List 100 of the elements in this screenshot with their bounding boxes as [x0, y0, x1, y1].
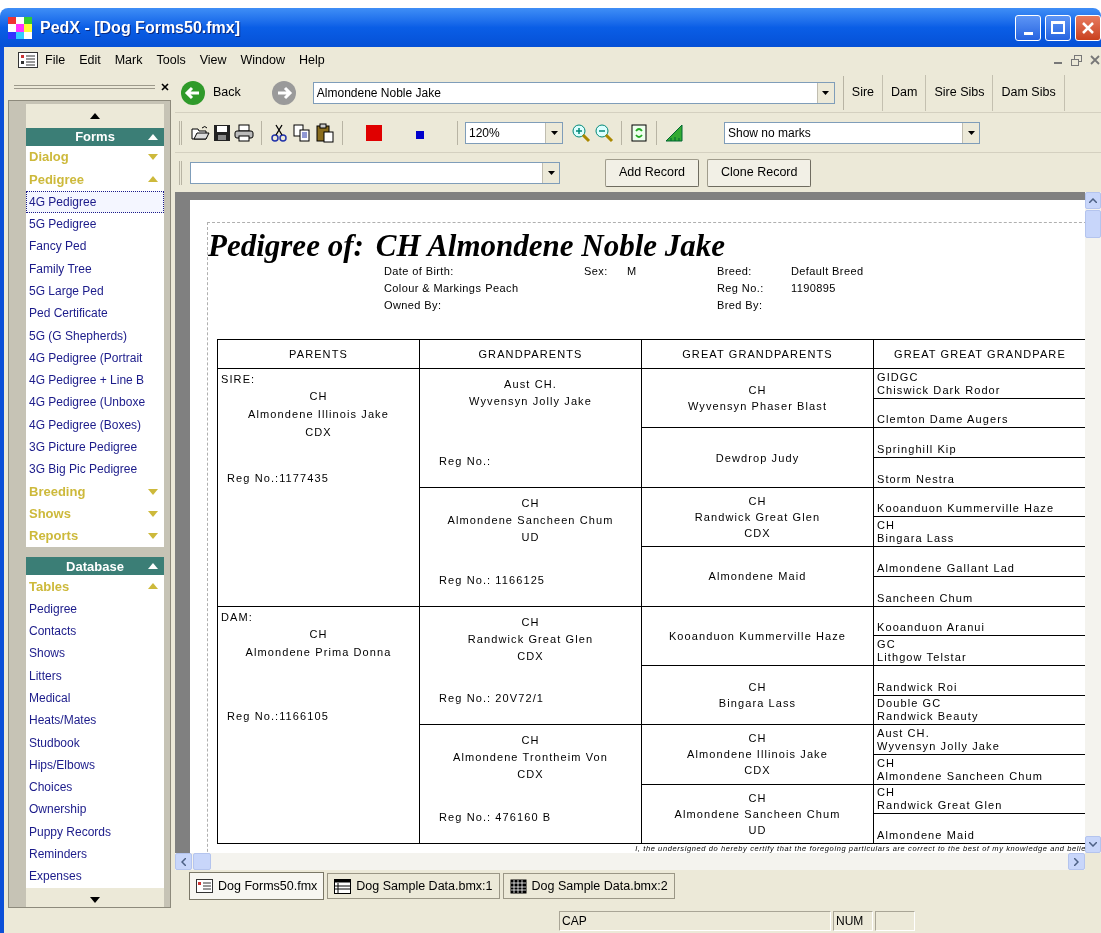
cell-text: CH — [308, 389, 329, 404]
sidebar-item[interactable]: Choices — [26, 776, 164, 799]
scroll-thumb[interactable] — [193, 853, 211, 870]
field-label: Date of Birth: — [384, 264, 455, 280]
triangle-up-icon[interactable] — [90, 113, 100, 119]
sidebar-item[interactable]: 5G Large Ped — [26, 279, 164, 303]
cell-text: Wyvensyn Jolly Jake — [468, 394, 593, 409]
relative-button[interactable]: Dam — [883, 74, 927, 111]
maximize-button[interactable] — [1045, 14, 1071, 41]
marks-dropdown[interactable]: Show no marks — [724, 121, 980, 144]
record-dropdown[interactable]: Almondene Noble Jake — [312, 81, 835, 104]
save-icon[interactable] — [212, 122, 232, 143]
relative-button[interactable]: Sire — [843, 74, 884, 111]
close-button[interactable] — [1075, 14, 1101, 41]
sidebar-item[interactable]: 4G Pedigree (Portrait — [26, 346, 164, 369]
menu-item[interactable]: Window — [233, 50, 292, 70]
document-icon — [18, 52, 38, 68]
menu-item[interactable]: View — [192, 50, 234, 70]
sidebar-item[interactable]: Fancy Ped — [26, 235, 164, 258]
sidebar-item[interactable]: Studbook — [26, 731, 164, 754]
vertical-scrollbar[interactable] — [1085, 192, 1101, 853]
caret-icon[interactable] — [148, 134, 158, 140]
relative-button[interactable]: Sire Sibs — [926, 74, 994, 111]
cell-text: CDX — [304, 425, 333, 440]
cell-text: CH — [520, 733, 541, 749]
sidebar-item[interactable]: Heats/Mates — [26, 709, 164, 732]
sidebar-item[interactable]: Shows — [26, 642, 164, 665]
document-tab[interactable]: Dog Sample Data.bmx:2 — [502, 873, 675, 899]
cell-text: GC — [877, 637, 897, 651]
toolbar-button[interactable]: Clone Record — [707, 158, 812, 187]
cell-text: Double GC — [877, 697, 943, 711]
sidebar-item[interactable]: 4G Pedigree (Unboxe — [26, 391, 164, 414]
ruler-triangle-icon[interactable] — [664, 122, 684, 143]
copy-icon[interactable] — [292, 122, 312, 143]
minimize-button[interactable] — [1015, 14, 1041, 41]
menu-item[interactable]: Edit — [72, 50, 108, 70]
cell-text: CH — [520, 614, 541, 630]
sidebar-item[interactable]: 5G Pedigree — [26, 212, 164, 236]
cell-text: Springhill Kip — [877, 443, 958, 457]
cell-text: Almondene Illinois Jake — [247, 407, 390, 422]
scroll-thumb[interactable] — [1085, 210, 1101, 238]
menu-item[interactable]: Tools — [149, 50, 193, 70]
sidebar-item[interactable]: Hips/Elbows — [26, 753, 164, 776]
reg-number: Reg No.:1177435 — [226, 471, 330, 486]
cell-text: Kooanduon Kummerville Haze — [877, 502, 1056, 516]
sidebar-item[interactable]: Ped Certificate — [26, 302, 164, 325]
sidebar-item[interactable]: 4G Pedigree (Boxes) — [26, 413, 164, 436]
menu-item[interactable]: File — [38, 50, 73, 70]
document-tab[interactable]: Dog Sample Data.bmx:1 — [327, 873, 500, 899]
zoom-dropdown[interactable]: 120% — [465, 121, 563, 144]
sidebar-item[interactable]: Litters — [26, 664, 164, 687]
zoom-in-icon[interactable] — [571, 122, 591, 143]
section-header[interactable]: Database — [26, 557, 164, 576]
horizontal-scrollbar[interactable] — [175, 853, 1085, 870]
refresh-icon[interactable] — [629, 122, 649, 143]
cell-text: CDX — [516, 648, 545, 664]
field-label: Sex: — [584, 264, 609, 280]
field-value: 1190895 — [791, 281, 836, 297]
cell-text: Kooanduon Aranui — [877, 621, 987, 635]
sidebar-item[interactable]: Reminders — [26, 842, 164, 866]
menu-item[interactable]: Mark — [107, 50, 150, 70]
cell-text: UD — [747, 822, 768, 838]
role-label: SIRE: — [220, 372, 256, 387]
cell-text: Almondene Gallant Lad — [877, 561, 1017, 575]
sidebar-item[interactable]: 4G Pedigree — [26, 190, 164, 213]
triangle-down-icon[interactable] — [90, 896, 100, 903]
app-icon — [8, 16, 32, 39]
zoom-out-icon[interactable] — [594, 122, 614, 143]
column-header: GREAT GRANDPARENTS — [642, 340, 874, 369]
status-panel — [875, 910, 915, 931]
sidebar-item[interactable]: Contacts — [26, 619, 164, 643]
grid-icon — [509, 878, 527, 894]
back-button[interactable]: Back — [178, 77, 243, 108]
paste-icon[interactable] — [315, 122, 335, 143]
section-header[interactable]: Forms — [26, 128, 164, 146]
cell-text: Kooanduon Kummerville Haze — [667, 628, 848, 644]
status-panel: CAP — [559, 910, 831, 931]
caret-icon[interactable] — [148, 563, 158, 570]
field-label: Reg No.: — [717, 281, 765, 297]
sidebar-item[interactable]: Expenses — [26, 865, 164, 888]
relative-button[interactable]: Dam Sibs — [993, 74, 1065, 111]
sidebar-item[interactable]: 3G Picture Pedigree — [26, 435, 164, 459]
close-icon[interactable] — [161, 82, 169, 91]
print-icon[interactable] — [234, 122, 254, 143]
toolbar-button[interactable]: Add Record — [605, 158, 699, 187]
sidebar-item[interactable]: 4G Pedigree + Line B — [26, 368, 164, 392]
sidebar-item[interactable]: Puppy Records — [26, 820, 164, 843]
sidebar-item[interactable]: 5G (G Shepherds) — [26, 324, 164, 347]
sidebar-item[interactable]: 3G Big Pic Pedigree — [26, 458, 164, 481]
sidebar-item[interactable]: Medical — [26, 686, 164, 710]
close-icon — [1081, 20, 1095, 35]
document-tab[interactable]: Dog Forms50.fmx — [189, 872, 325, 900]
restore-icon[interactable] — [1071, 54, 1082, 66]
menu-item[interactable]: Help — [292, 50, 332, 70]
fill-swatch-icon[interactable] — [364, 122, 384, 143]
sidebar-item[interactable]: Pedigree — [26, 597, 164, 620]
sidebar-item[interactable]: Ownership — [26, 798, 164, 821]
sidebar-item[interactable]: Family Tree — [26, 257, 164, 280]
field-label: Colour & Markings — [384, 281, 482, 297]
cut-icon[interactable] — [269, 122, 289, 143]
